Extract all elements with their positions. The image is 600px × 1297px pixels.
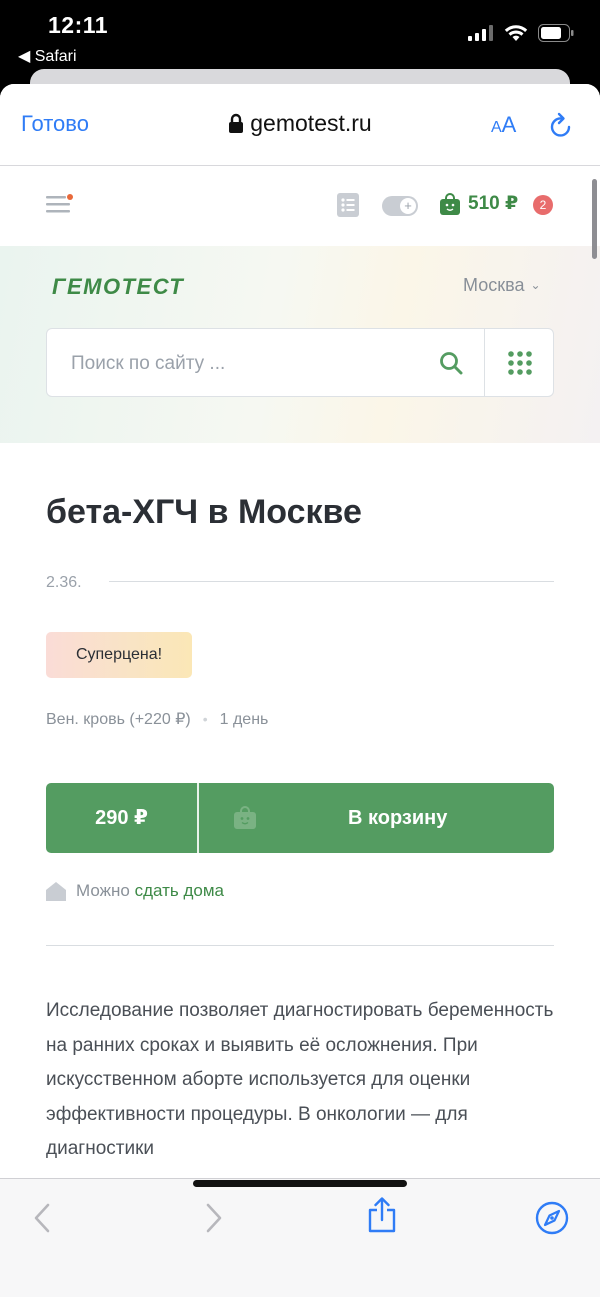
test-meta: Вен. кровь (+220 ₽) • 1 день (46, 709, 268, 729)
city-selector[interactable]: Москва ⌄ (463, 275, 541, 296)
shopping-bag-icon (440, 192, 460, 215)
compass-icon[interactable] (535, 1201, 569, 1235)
description: Исследование позволяет диагностировать б… (46, 1000, 554, 1159)
search-input[interactable]: Поиск по сайту ... (71, 353, 225, 375)
cart-amount: 510 ₽ (468, 193, 519, 214)
add-to-cart-label: В корзину (348, 807, 448, 829)
hero-section: ГЕМОТЕСТ Москва ⌄ Поиск по сайту ... (0, 246, 600, 443)
search-icon[interactable] (439, 351, 463, 375)
wifi-icon (504, 25, 528, 41)
status-bar: 12:11 ◀ Safari (0, 0, 600, 72)
superprice-badge: Суперцена! (46, 632, 192, 678)
duration: 1 день (219, 711, 269, 728)
list-icon[interactable] (337, 193, 359, 217)
text-size-large: A (501, 112, 517, 137)
toggle-knob: + (400, 198, 416, 214)
city-label: Москва (463, 275, 525, 295)
text-size-button[interactable]: AA (491, 112, 516, 138)
browser-toolbar (0, 1178, 600, 1297)
page-title: бета-ХГЧ в Москве (46, 493, 362, 531)
text-size-small: A (491, 119, 502, 136)
add-to-cart-button[interactable]: 290 ₽ В корзину (46, 783, 554, 853)
reload-icon[interactable] (548, 112, 574, 140)
search-bar: Поиск по сайту ... (46, 328, 554, 397)
url-text: gemotest.ru (250, 110, 372, 136)
toggle-icon[interactable]: + (382, 196, 418, 216)
meta-separator: • (202, 711, 208, 727)
biomaterial: Вен. кровь (+220 ₽) (46, 711, 191, 728)
code-divider (109, 581, 554, 582)
test-code: 2.36. (46, 574, 82, 591)
back-to-app-link[interactable]: ◀ Safari (18, 46, 77, 66)
hamburger-icon[interactable] (46, 196, 70, 214)
cart-count-badge: 2 (533, 195, 553, 215)
share-icon[interactable] (367, 1197, 397, 1233)
safari-sheet: Готово gemotest.ru AA + 510 ₽ 2 ГЕМОТЕСТ… (0, 84, 600, 1297)
home-indicator[interactable] (193, 1180, 407, 1187)
status-time: 12:11 (48, 12, 109, 38)
browser-url-bar: Готово gemotest.ru AA (0, 84, 600, 166)
home-text: Можно (76, 881, 130, 900)
site-header: + 510 ₽ 2 (0, 166, 600, 246)
shopping-bag-icon (234, 806, 256, 829)
site-logo[interactable]: ГЕМОТЕСТ (52, 274, 184, 300)
chevron-right-icon[interactable] (205, 1203, 223, 1233)
grid-icon[interactable] (508, 351, 532, 375)
notification-dot (67, 194, 73, 200)
lock-icon (229, 113, 244, 133)
chevron-left-icon[interactable] (33, 1203, 51, 1233)
section-divider (46, 945, 554, 946)
button-divider (197, 783, 199, 853)
home-collection: Можно сдать дома (46, 881, 224, 901)
price: 290 ₽ (95, 807, 148, 829)
cart-summary[interactable]: 510 ₽ (440, 192, 518, 215)
signal-icon (468, 25, 493, 41)
chevron-down-icon: ⌄ (530, 278, 541, 292)
status-icons (468, 24, 574, 42)
scrollbar[interactable] (592, 179, 597, 259)
search-divider (484, 329, 485, 396)
battery-icon (538, 24, 574, 42)
home-collection-link[interactable]: сдать дома (135, 881, 224, 900)
house-icon (46, 881, 66, 901)
